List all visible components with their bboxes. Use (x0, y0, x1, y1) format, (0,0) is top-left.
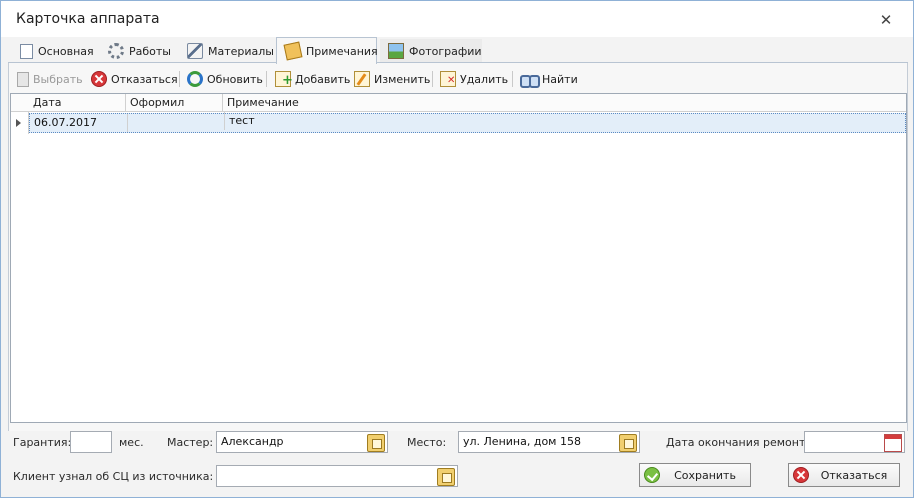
find-label: Найти (542, 72, 578, 86)
column-header-author[interactable]: Оформил (126, 94, 223, 112)
toolbar-separator (179, 71, 180, 87)
add-label: Добавить (295, 72, 351, 86)
delete-button[interactable]: Удалить (440, 66, 508, 92)
master-picker-icon[interactable] (367, 434, 385, 452)
source-picker-icon[interactable] (437, 468, 455, 486)
column-header-date[interactable]: Дата (29, 94, 126, 112)
tools-icon (187, 43, 203, 59)
warranty-unit: мес. (119, 436, 144, 449)
repair-end-date-field[interactable] (804, 431, 905, 453)
notes-grid[interactable]: Дата Оформил Примечание 06.07.2017 тест (10, 93, 907, 423)
repair-end-label: Дата окончания ремонта: (666, 436, 816, 449)
binoculars-icon (520, 71, 540, 88)
save-label: Сохранить (674, 468, 736, 482)
cancel-icon (91, 71, 107, 87)
title-bar: Карточка аппарата ✕ (1, 1, 913, 37)
calendar-icon[interactable] (884, 434, 902, 452)
delete-icon (440, 71, 456, 87)
tab-works[interactable]: Работы (100, 39, 172, 63)
toolbar-separator (266, 71, 267, 87)
tab-photos[interactable]: Фотографии (380, 39, 482, 63)
edit-label: Изменить (374, 72, 431, 86)
select-button[interactable]: Выбрать (17, 66, 83, 92)
master-label: Мастер: (167, 436, 214, 449)
refresh-label: Обновить (207, 72, 263, 86)
source-label: Клиент узнал об СЦ из источника: (13, 470, 214, 483)
toolbar: Выбрать Отказаться Обновить Добавить Изм… (9, 66, 907, 92)
grid-header: Дата Оформил Примечание (11, 94, 906, 112)
tab-materials[interactable]: Материалы (179, 39, 274, 63)
cell-note: тест (224, 112, 824, 130)
tab-label: Примечания (306, 44, 378, 58)
place-label: Место: (407, 436, 447, 449)
close-icon[interactable]: ✕ (873, 9, 899, 31)
gear-icon (108, 43, 124, 59)
cancel-label: Отказаться (820, 468, 888, 482)
tab-label: Основная (38, 44, 94, 58)
place-picker-icon[interactable] (619, 434, 637, 452)
toolbar-separator (432, 71, 433, 87)
refresh-icon (187, 71, 203, 87)
dialog-window: Карточка аппарата ✕ Основная Работы Мате… (0, 0, 914, 498)
place-value: ул. Ленина, дом 158 (463, 435, 581, 448)
tab-main[interactable]: Основная (12, 39, 94, 63)
find-button[interactable]: Найти (520, 66, 578, 92)
toolbar-separator (512, 71, 513, 87)
cancel-label: Отказаться (111, 72, 178, 86)
document-icon (17, 71, 29, 87)
notes-panel: Выбрать Отказаться Обновить Добавить Изм… (8, 63, 908, 431)
column-header-note[interactable]: Примечание (223, 94, 906, 112)
note-icon (283, 41, 303, 61)
tab-label: Материалы (208, 44, 274, 58)
master-field[interactable]: Александр (216, 431, 388, 453)
cell-date: 06.07.2017 (34, 116, 97, 129)
warranty-input[interactable] (70, 431, 112, 453)
cancel-button[interactable]: Отказаться (788, 463, 900, 487)
tab-label: Работы (129, 44, 171, 58)
delete-label: Удалить (460, 72, 509, 86)
cell-author (127, 114, 224, 132)
edit-icon (354, 71, 370, 87)
page-icon (20, 43, 33, 59)
window-title: Карточка аппарата (16, 11, 160, 27)
source-field[interactable] (216, 465, 458, 487)
master-value: Александр (221, 435, 284, 448)
tab-strip: Основная Работы Материалы Примечания Фот… (8, 37, 908, 64)
edit-button[interactable]: Изменить (354, 66, 430, 92)
photo-icon (388, 43, 404, 59)
table-row[interactable]: 06.07.2017 тест (29, 112, 906, 133)
tab-notes[interactable]: Примечания (276, 37, 378, 64)
current-row-indicator-icon (16, 119, 21, 127)
cancel-toolbar-button[interactable]: Отказаться (91, 66, 178, 92)
footer-form: Гарантия: мес. Мастер: Александр Место: … (1, 429, 913, 497)
place-field[interactable]: ул. Ленина, дом 158 (458, 431, 640, 453)
tab-label: Фотографии (409, 44, 482, 58)
select-label: Выбрать (33, 72, 83, 86)
add-button[interactable]: Добавить (275, 66, 350, 92)
refresh-button[interactable]: Обновить (187, 66, 263, 92)
add-icon (275, 71, 293, 87)
warranty-label: Гарантия: (13, 436, 72, 449)
save-button[interactable]: Сохранить (639, 463, 751, 487)
